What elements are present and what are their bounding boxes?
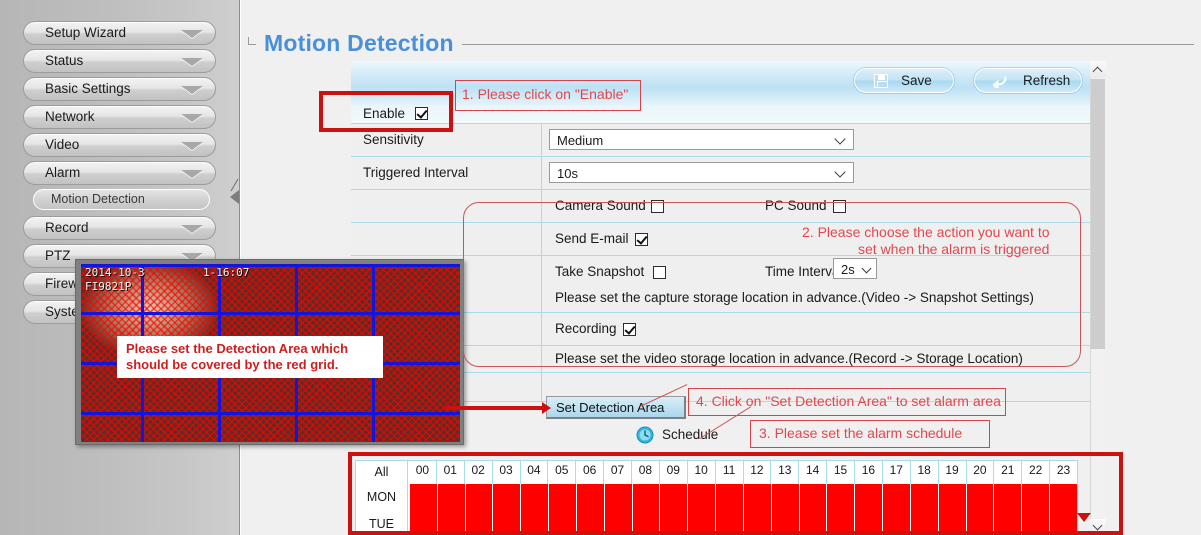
refresh-button-label: Refresh xyxy=(1023,73,1071,88)
camera-video-frame: 2014-10-3 1-16:07 FI9821P Please set the… xyxy=(81,264,460,442)
sensitivity-value-cell: Medium xyxy=(543,124,1090,156)
sidebar-item-label: Network xyxy=(45,109,95,124)
sidebar-item-status[interactable]: Status xyxy=(23,49,216,73)
annotation-schedule-highlight-box xyxy=(348,452,1123,535)
page-title: Motion Detection xyxy=(256,30,462,57)
schedule-label: Schedule xyxy=(662,427,719,442)
clock-icon xyxy=(636,426,654,444)
sidebar-item-label: Record xyxy=(45,220,89,235)
sidebar-item-label: Setup Wizard xyxy=(45,25,127,40)
annotation-2-text-line2: set when the alarm is triggered xyxy=(858,241,1050,257)
sidebar-item-video[interactable]: Video xyxy=(23,133,216,157)
detection-area-note-line1: Please set the Detection Area which xyxy=(126,341,349,356)
annotation-1-highlight-box xyxy=(319,91,453,132)
chevron-down-icon xyxy=(181,30,203,38)
chevron-down-icon xyxy=(834,133,846,145)
table-row-triggered-interval: Triggered Interval 10s xyxy=(351,156,1090,189)
save-button[interactable]: Save xyxy=(854,68,954,93)
triggered-interval-select[interactable]: 10s xyxy=(549,162,854,183)
sidebar-item-label: Motion Detection xyxy=(51,192,145,206)
title-divider-tick xyxy=(248,37,249,45)
triggered-interval-value-cell: 10s xyxy=(543,157,1090,189)
motion-detection-page: Setup Wizard Status Basic Settings Netwo… xyxy=(0,0,1201,535)
set-detection-area-button[interactable]: Set Detection Area xyxy=(546,396,686,419)
sidebar-item-label: Alarm xyxy=(45,165,81,180)
osd-camera-model: FI9821P xyxy=(85,280,132,293)
sidebar-item-basic-settings[interactable]: Basic Settings xyxy=(23,77,216,101)
floppy-icon xyxy=(874,74,888,88)
sidebar-item-label: PTZ xyxy=(45,248,71,263)
detection-area-note: Please set the Detection Area which shou… xyxy=(117,336,383,378)
sidebar-item-motion-detection[interactable]: Motion Detection xyxy=(33,189,210,210)
chevron-up-icon xyxy=(1092,66,1103,77)
detection-area-note-line2: should be covered by the red grid. xyxy=(126,357,339,372)
annotation-1-text: 1. Please click on "Enable" xyxy=(462,86,629,102)
chevron-down-icon xyxy=(181,58,203,66)
annotation-3-text: 3. Please set the alarm schedule xyxy=(759,425,963,441)
sensitivity-selected-value: Medium xyxy=(557,133,604,148)
scrollbar-thumb[interactable] xyxy=(1091,79,1105,349)
osd-time: 1-16:07 xyxy=(203,266,250,279)
chevron-down-icon xyxy=(181,142,203,150)
sensitivity-select[interactable]: Medium xyxy=(549,129,854,150)
sidebar-item-label: Video xyxy=(45,137,80,152)
chevron-down-icon xyxy=(181,86,203,94)
triangle-left-icon xyxy=(230,190,239,204)
chevron-down-icon xyxy=(181,225,203,233)
refresh-button[interactable]: Refresh xyxy=(974,68,1082,93)
sidebar-item-label: Status xyxy=(45,53,84,68)
osd-date: 2014-10-3 xyxy=(85,266,145,279)
save-button-label: Save xyxy=(901,73,932,88)
annotation-2-text-line1: 2. Please choose the action you want to xyxy=(802,224,1050,240)
sidebar-item-network[interactable]: Network xyxy=(23,105,216,129)
detection-area-preview[interactable]: 2014-10-3 1-16:07 FI9821P Please set the… xyxy=(75,259,464,445)
sidebar-item-alarm[interactable]: Alarm xyxy=(23,161,216,185)
triggered-interval-label: Triggered Interval xyxy=(363,165,469,180)
scroll-up-button[interactable] xyxy=(1090,61,1106,78)
sidebar-item-setup-wizard[interactable]: Setup Wizard xyxy=(23,21,216,45)
chevron-down-icon xyxy=(834,166,846,178)
sidebar-item-record[interactable]: Record xyxy=(23,216,216,240)
detection-area-pointer-arrowhead xyxy=(542,402,551,414)
sidebar-item-label: Basic Settings xyxy=(45,81,131,96)
refresh-icon xyxy=(991,74,1008,91)
sidebar-collapse-arrow-icon[interactable] xyxy=(228,178,242,212)
annotation-schedule-arrowhead xyxy=(1077,513,1091,522)
chevron-down-icon xyxy=(181,170,203,178)
sensitivity-label: Sensitivity xyxy=(363,132,424,147)
detection-area-pointer-line xyxy=(446,406,544,410)
triggered-interval-label-cell: Triggered Interval xyxy=(351,157,542,189)
triggered-interval-selected-value: 10s xyxy=(557,166,578,181)
table-row-sensitivity: Sensitivity Medium xyxy=(351,123,1090,156)
chevron-down-icon xyxy=(181,114,203,122)
annotation-4-text: 4. Click on "Set Detection Area" to set … xyxy=(696,393,1001,409)
